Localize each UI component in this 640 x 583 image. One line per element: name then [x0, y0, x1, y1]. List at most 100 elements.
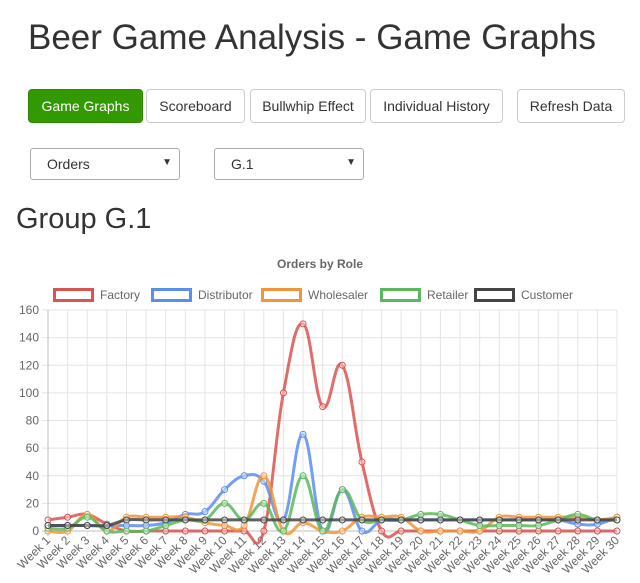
data-point-customer	[535, 516, 543, 524]
data-point-factory	[181, 527, 189, 535]
y-tick-label: 120	[19, 358, 39, 372]
data-point-customer	[260, 516, 268, 524]
game-graphs-button[interactable]: Game Graphs	[28, 89, 143, 123]
data-point-customer	[279, 516, 287, 524]
legend-label-retailer: Retailer	[427, 288, 468, 302]
data-point-customer	[613, 516, 621, 524]
data-point-factory	[378, 527, 386, 535]
data-point-wholesaler	[260, 472, 268, 480]
data-point-retailer	[122, 527, 130, 535]
data-point-factory	[613, 527, 621, 535]
series-line-retailer	[47, 474, 618, 534]
data-point-factory	[201, 527, 209, 535]
legend-swatch-wholesaler	[261, 288, 302, 302]
refresh-data-button[interactable]: Refresh Data	[517, 89, 625, 123]
group-select-value: G.1	[231, 156, 254, 172]
data-point-customer	[142, 516, 150, 524]
data-point-distributor	[201, 508, 209, 516]
data-point-retailer	[338, 486, 346, 494]
data-point-customer	[436, 516, 444, 524]
chart-title: Orders by Role	[277, 257, 363, 271]
data-point-factory	[358, 458, 366, 466]
data-point-factory	[338, 361, 346, 369]
bullwhip-effect-button[interactable]: Bullwhip Effect	[250, 89, 366, 123]
scoreboard-button[interactable]: Scoreboard	[146, 89, 245, 123]
data-point-wholesaler	[436, 527, 444, 535]
data-point-customer	[122, 516, 130, 524]
orders-by-role-chart: Orders by Role Factory Distributor Wholesal…	[15, 257, 623, 576]
data-point-customer	[299, 516, 307, 524]
data-point-customer	[83, 521, 91, 529]
nav-tabs: Game Graphs Scoreboard Bullwhip Effect I…	[0, 89, 640, 123]
legend-label-customer: Customer	[521, 288, 573, 302]
data-point-customer	[181, 516, 189, 524]
data-point-factory	[397, 527, 405, 535]
data-point-distributor	[299, 430, 307, 438]
y-tick-label: 40	[26, 469, 40, 483]
data-point-factory	[593, 527, 601, 535]
metric-select-value: Orders	[47, 156, 90, 172]
legend-label-wholesaler: Wholesaler	[308, 288, 368, 302]
data-point-retailer	[299, 472, 307, 480]
data-point-factory	[319, 403, 327, 411]
data-point-customer	[338, 516, 346, 524]
y-tick-label: 140	[19, 331, 39, 345]
data-point-distributor	[358, 527, 366, 535]
data-point-wholesaler	[417, 527, 425, 535]
data-point-factory	[574, 527, 582, 535]
data-point-retailer	[221, 499, 229, 507]
data-point-factory	[64, 513, 72, 521]
data-point-customer	[162, 516, 170, 524]
data-point-retailer	[279, 527, 287, 535]
y-tick-label: 100	[19, 386, 39, 400]
data-point-customer	[515, 516, 523, 524]
data-point-factory	[279, 389, 287, 397]
data-point-retailer	[319, 527, 327, 535]
y-tick-label: 160	[19, 303, 39, 317]
data-point-customer	[201, 516, 209, 524]
data-point-retailer	[142, 527, 150, 535]
data-point-customer	[221, 516, 229, 524]
data-point-factory	[260, 527, 268, 535]
data-point-customer	[103, 521, 111, 529]
data-point-factory	[554, 527, 562, 535]
legend-label-distributor: Distributor	[198, 288, 253, 302]
data-point-wholesaler	[338, 527, 346, 535]
data-point-customer	[417, 516, 425, 524]
data-point-customer	[456, 516, 464, 524]
data-point-customer	[574, 516, 582, 524]
data-point-customer	[554, 516, 562, 524]
data-point-customer	[64, 521, 72, 529]
dropdown-caret-icon: ▼	[162, 157, 172, 168]
legend-swatch-customer	[474, 288, 515, 302]
group-select[interactable]: G.1 ▼	[214, 148, 364, 180]
individual-history-button[interactable]: Individual History	[370, 89, 503, 123]
data-point-retailer	[260, 499, 268, 507]
data-point-customer	[319, 516, 327, 524]
dropdown-caret-icon: ▼	[346, 157, 356, 168]
legend-label-factory: Factory	[100, 288, 140, 302]
y-tick-label: 80	[26, 414, 40, 428]
data-point-distributor	[221, 486, 229, 494]
metric-select[interactable]: Orders ▼	[30, 148, 180, 180]
data-point-customer	[44, 521, 52, 529]
data-point-customer	[378, 516, 386, 524]
y-tick-label: 20	[26, 496, 40, 510]
legend-swatch-distributor	[151, 288, 192, 302]
data-point-customer	[240, 516, 248, 524]
y-tick-label: 60	[26, 441, 40, 455]
data-point-factory	[299, 320, 307, 328]
data-point-customer	[397, 516, 405, 524]
data-point-retailer	[83, 513, 91, 521]
data-point-customer	[593, 516, 601, 524]
legend-swatch-factory	[53, 288, 94, 302]
data-point-distributor	[240, 472, 248, 480]
data-point-customer	[476, 516, 484, 524]
group-heading: Group G.1	[16, 203, 152, 235]
data-point-customer	[495, 516, 503, 524]
page-title: Beer Game Analysis - Game Graphs	[28, 18, 596, 57]
y-tick-label: 0	[32, 524, 39, 538]
data-point-customer	[358, 516, 366, 524]
legend-swatch-retailer	[380, 288, 421, 302]
data-point-wholesaler	[456, 527, 464, 535]
